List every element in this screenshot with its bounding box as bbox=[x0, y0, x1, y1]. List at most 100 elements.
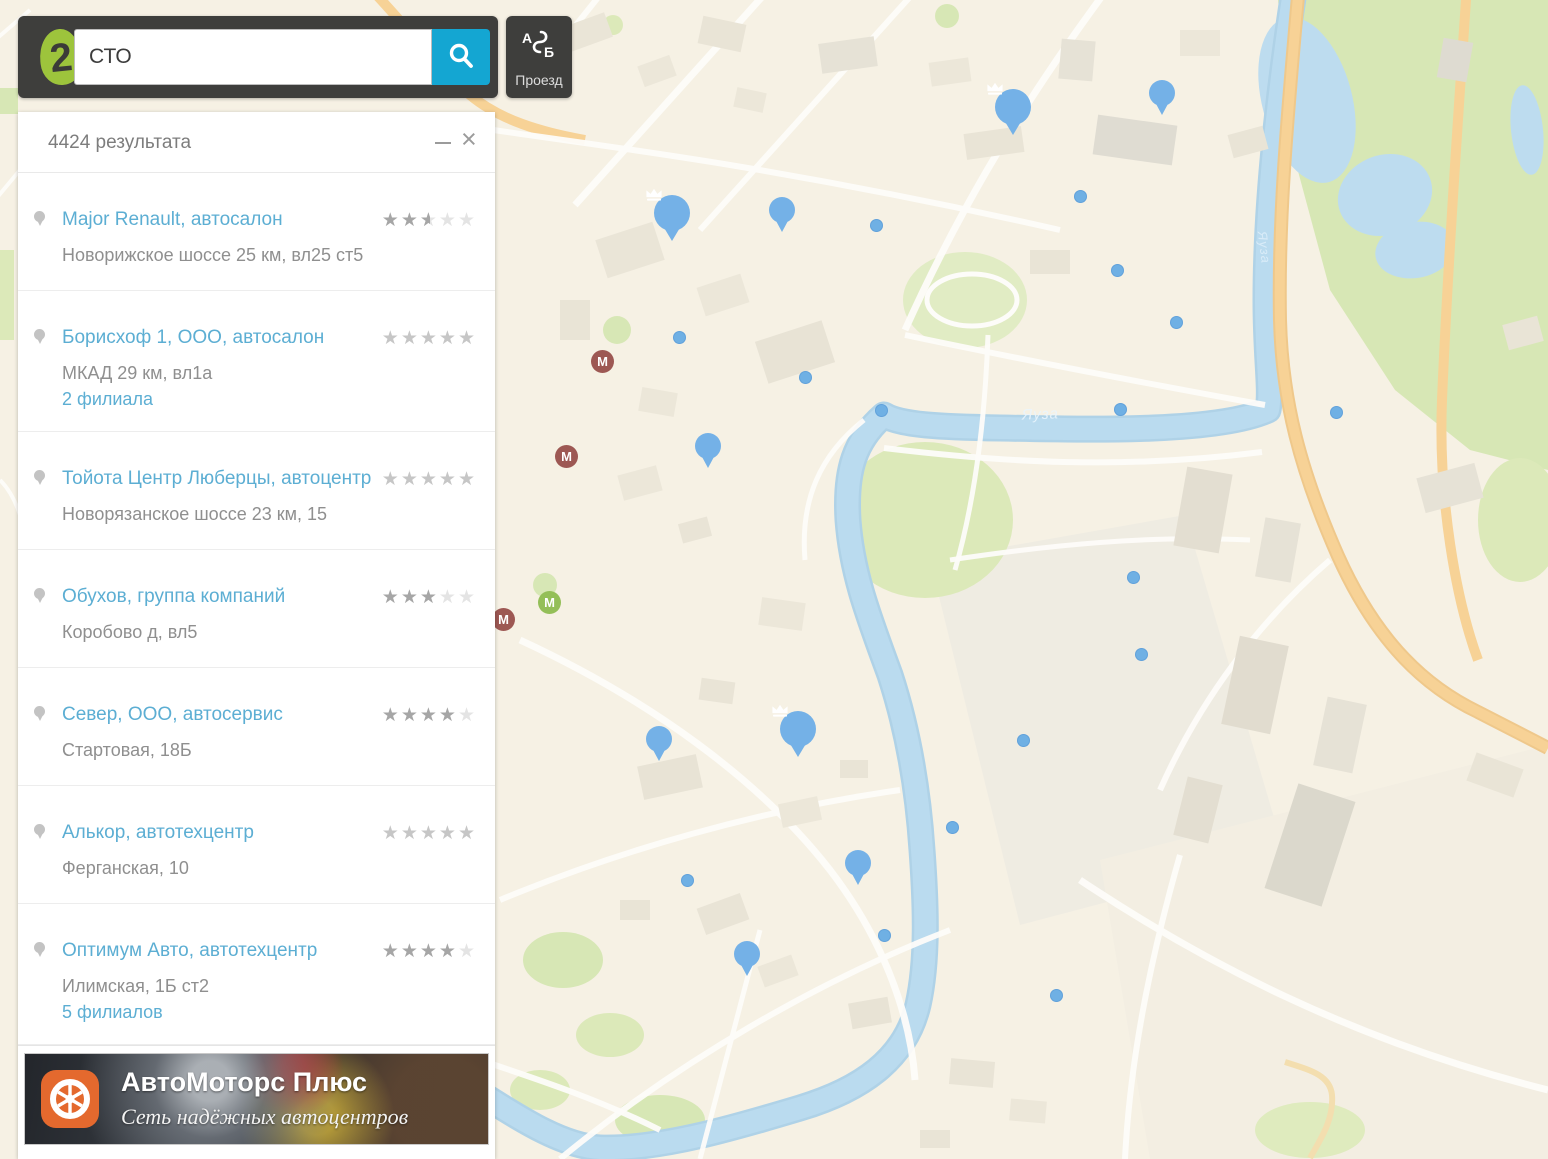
result-rating: ★★★★★ bbox=[382, 822, 477, 845]
result-address: МКАД 29 км, вл1а bbox=[62, 363, 471, 384]
star-icon: ★ bbox=[420, 209, 439, 232]
star-icon: ★ bbox=[439, 327, 458, 350]
map-dot[interactable] bbox=[1114, 403, 1127, 416]
list-pin-icon bbox=[34, 470, 45, 481]
map-dot[interactable] bbox=[673, 331, 686, 344]
map-pin-premium[interactable] bbox=[780, 711, 816, 747]
result-title-link[interactable]: Обухов, группа компаний bbox=[62, 586, 285, 608]
map-dot[interactable] bbox=[870, 219, 883, 232]
star-icon: ★ bbox=[458, 704, 477, 727]
star-icon: ★ bbox=[401, 327, 420, 350]
star-icon: ★ bbox=[439, 822, 458, 845]
route-button[interactable]: А Б Проезд bbox=[506, 16, 572, 98]
metro-icon[interactable]: М bbox=[538, 591, 561, 614]
metro-icon[interactable]: М bbox=[555, 445, 578, 468]
star-icon: ★ bbox=[458, 209, 477, 232]
map-pin-premium[interactable] bbox=[654, 195, 690, 231]
star-icon: ★ bbox=[382, 327, 401, 350]
map-pin[interactable] bbox=[769, 197, 795, 223]
result-rating: ★★★★★ bbox=[382, 327, 477, 350]
star-icon: ★ bbox=[420, 327, 439, 350]
star-icon: ★ bbox=[401, 704, 420, 727]
result-rating: ★★★★★ bbox=[382, 468, 477, 491]
result-item: Обухов, группа компанийКоробово д, вл5★★… bbox=[18, 550, 495, 668]
star-icon: ★ bbox=[439, 704, 458, 727]
map-pin[interactable] bbox=[1149, 80, 1175, 106]
list-pin-icon bbox=[34, 942, 45, 953]
star-icon: ★ bbox=[401, 940, 420, 963]
result-branches-link[interactable]: 2 филиала bbox=[62, 389, 153, 410]
result-rating: ★★★★★ bbox=[382, 940, 477, 963]
map-dot[interactable] bbox=[1330, 406, 1343, 419]
result-address: Новорижское шоссе 25 км, вл25 ст5 bbox=[62, 245, 471, 266]
map-dot[interactable] bbox=[875, 404, 888, 417]
result-address: Коробово д, вл5 bbox=[62, 622, 471, 643]
search-button[interactable] bbox=[432, 29, 490, 85]
result-item: Тойота Центр Люберцы, автоцентр Новорязан… bbox=[18, 432, 495, 550]
ad-banner[interactable]: АвтоМоторс Плюс Сеть надёжных автоцентро… bbox=[24, 1053, 489, 1145]
star-icon: ★ bbox=[439, 586, 458, 609]
map-dot[interactable] bbox=[1017, 734, 1030, 747]
result-address: Илимская, 1Б ст2 bbox=[62, 976, 471, 997]
map-dot[interactable] bbox=[799, 371, 812, 384]
star-icon: ★ bbox=[420, 468, 439, 491]
route-button-label: Проезд bbox=[506, 72, 572, 88]
minimize-icon[interactable] bbox=[435, 134, 451, 150]
star-icon: ★ bbox=[458, 940, 477, 963]
star-icon: ★ bbox=[439, 940, 458, 963]
results-panel: 4424 результата × Major Renault, автосал… bbox=[18, 112, 495, 1159]
result-title-link[interactable]: Север, ООО, автосервис bbox=[62, 704, 283, 726]
map-pin[interactable] bbox=[695, 433, 721, 459]
list-pin-icon bbox=[34, 824, 45, 835]
map-pin-premium[interactable] bbox=[995, 89, 1031, 125]
list-pin-icon bbox=[34, 329, 45, 340]
result-address: Стартовая, 18Б bbox=[62, 740, 471, 761]
map-pin[interactable] bbox=[734, 941, 760, 967]
ad-banner-area: АвтоМоторс Плюс Сеть надёжных автоцентро… bbox=[18, 1045, 495, 1145]
star-icon: ★ bbox=[401, 822, 420, 845]
star-icon: ★ bbox=[420, 586, 439, 609]
map-pin[interactable] bbox=[845, 850, 871, 876]
svg-text:А: А bbox=[522, 30, 532, 46]
star-icon: ★ bbox=[401, 209, 420, 232]
map-pin[interactable] bbox=[646, 726, 672, 752]
ad-subtitle: Сеть надёжных автоцентров bbox=[121, 1104, 408, 1130]
map-dot[interactable] bbox=[1050, 989, 1063, 1002]
result-item: Север, ООО, автосервисСтартовая, 18Б★★★★… bbox=[18, 668, 495, 786]
result-title-link[interactable]: Оптимум Авто, автотехцентр bbox=[62, 940, 317, 962]
results-list: Major Renault, автосалон Новорижское шосс… bbox=[18, 173, 495, 1045]
result-title-link[interactable]: Major Renault, автосалон bbox=[62, 209, 283, 231]
star-icon: ★ bbox=[382, 704, 401, 727]
map-dot[interactable] bbox=[878, 929, 891, 942]
star-icon: ★ bbox=[382, 940, 401, 963]
search-icon bbox=[446, 41, 476, 71]
map-dot[interactable] bbox=[946, 821, 959, 834]
star-icon: ★ bbox=[458, 586, 477, 609]
list-pin-icon bbox=[34, 706, 45, 717]
map-dot[interactable] bbox=[1170, 316, 1183, 329]
metro-icon[interactable]: М bbox=[492, 608, 515, 631]
metro-icon[interactable]: М bbox=[591, 350, 614, 373]
result-address: Новорязанское шоссе 23 км, 15 bbox=[62, 504, 471, 525]
result-item: Оптимум Авто, автотехцентр Илимская, 1Б с… bbox=[18, 904, 495, 1045]
search-input[interactable] bbox=[74, 29, 432, 85]
map-dot[interactable] bbox=[1127, 571, 1140, 584]
result-branches-link[interactable]: 5 филиалов bbox=[62, 1002, 163, 1023]
result-title-link[interactable]: Борисхоф 1, ООО, автосалон bbox=[62, 327, 324, 349]
result-rating: ★★★★★ bbox=[382, 586, 477, 609]
map-dot[interactable] bbox=[1111, 264, 1124, 277]
result-title-link[interactable]: Алькор, автотехцентр bbox=[62, 822, 254, 844]
close-icon[interactable]: × bbox=[461, 126, 483, 152]
route-ab-icon: А Б bbox=[520, 28, 558, 60]
result-rating: ★★★★★ bbox=[382, 209, 477, 232]
list-pin-icon bbox=[34, 211, 45, 222]
map-dot[interactable] bbox=[1135, 648, 1148, 661]
map-dot[interactable] bbox=[681, 874, 694, 887]
map-dot[interactable] bbox=[1074, 190, 1087, 203]
results-header: 4424 результата × bbox=[18, 112, 495, 173]
star-icon: ★ bbox=[458, 822, 477, 845]
star-icon: ★ bbox=[382, 209, 401, 232]
star-icon: ★ bbox=[420, 822, 439, 845]
result-title-link[interactable]: Тойота Центр Люберцы, автоцентр bbox=[62, 468, 371, 490]
list-pin-icon bbox=[34, 588, 45, 599]
